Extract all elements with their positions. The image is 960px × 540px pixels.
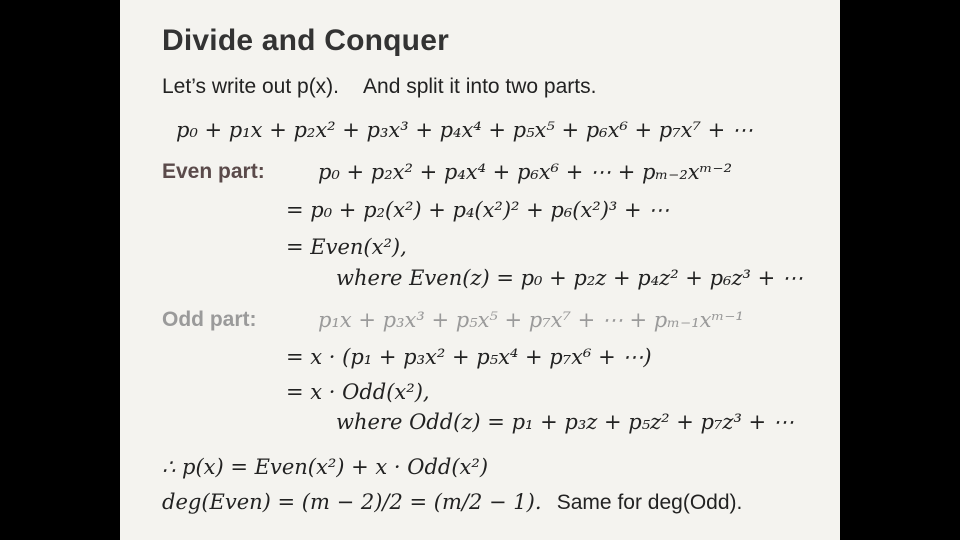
slide: Divide and Conquer Let’s write out p(x).… xyxy=(120,0,840,540)
odd-part-label: Odd part: xyxy=(162,308,257,331)
even-line-1: p₀ + p₂x² + p₄x⁴ + p₆x⁶ + ⋯ + pₘ₋₂xᵐ⁻² xyxy=(318,160,733,184)
degree-text: Same for deg(Odd). xyxy=(556,491,743,514)
even-line-4: where Even(z) = p₀ + p₂z + p₄z² + p₆z³ +… xyxy=(336,266,803,290)
odd-line-1: p₁x + p₃x³ + p₅x⁵ + p₇x⁷ + ⋯ + pₘ₋₁xᵐ⁻¹ xyxy=(318,308,744,332)
polynomial-line: p₀ + p₁x + p₂x² + p₃x³ + p₄x⁴ + p₅x⁵ + p… xyxy=(176,118,753,142)
even-line-2: = p₀ + p₂(x²) + p₄(x²)² + p₆(x²)³ + ⋯ xyxy=(286,198,670,222)
odd-line-4: where Odd(z) = p₁ + p₃z + p₅z² + p₇z³ + … xyxy=(336,410,794,434)
odd-line-3: = x · Odd(x²), xyxy=(286,380,430,404)
conclusion-line: ∴ p(x) = Even(x²) + x · Odd(x²) xyxy=(162,455,489,479)
intro-left-text: Let’s write out p(x). xyxy=(162,75,340,98)
even-line-3: = Even(x²), xyxy=(286,235,407,259)
degree-math: deg(Even) = (m − 2)/2 = (m/2 − 1). xyxy=(162,490,542,514)
odd-line-2: = x · (p₁ + p₃x² + p₅x⁴ + p₇x⁶ + ⋯) xyxy=(286,345,652,369)
intro-right-text: And split it into two parts. xyxy=(363,75,597,98)
degree-line: deg(Even) = (m − 2)/2 = (m/2 − 1). Same … xyxy=(162,490,742,515)
slide-title: Divide and Conquer xyxy=(162,24,449,57)
even-part-label: Even part: xyxy=(162,160,265,183)
intro-line: Let’s write out p(x). And split it into t… xyxy=(162,75,596,99)
